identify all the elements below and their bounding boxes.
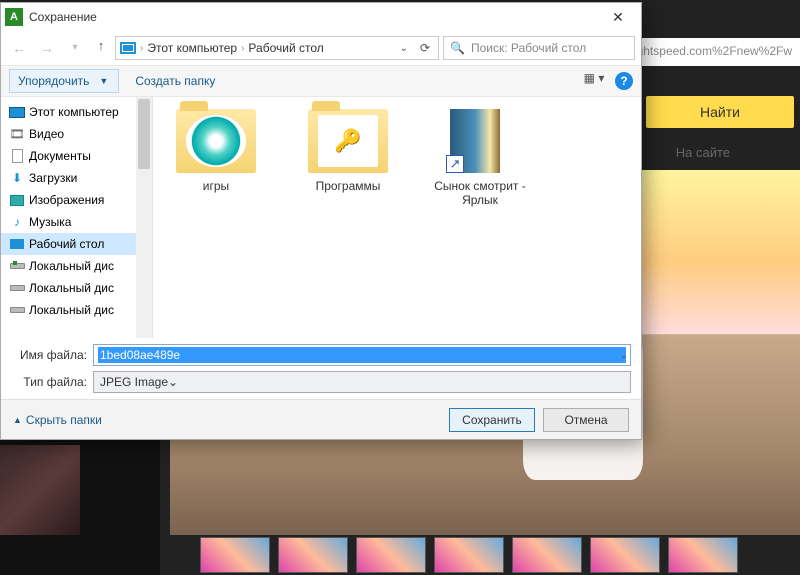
sidebar-item-pictures[interactable]: Изображения (1, 189, 152, 211)
toolbar: Упорядочить ▼ Создать папку ▦ ▾ ? (1, 65, 641, 97)
view-options-button[interactable]: ▦ ▾ (581, 70, 607, 92)
desktop-icon (10, 239, 24, 249)
shortcut-item[interactable]: ↗ Сынок смотрит - Ярлык (425, 109, 535, 207)
sidebar-item-desktop[interactable]: Рабочий стол (1, 233, 152, 255)
search-placeholder: Поиск: Рабочий стол (471, 41, 586, 55)
thumbnail[interactable] (668, 537, 738, 573)
nav-bar: ← → ▾ ↑ › Этот компьютер › Рабочий стол … (1, 31, 641, 65)
sidebar-item-documents[interactable]: Документы (1, 145, 152, 167)
dialog-footer: ▲ Скрыть папки Сохранить Отмена (1, 399, 641, 439)
thumbnail[interactable] (512, 537, 582, 573)
sidebar-scrollbar[interactable] (136, 97, 152, 338)
save-dialog: A Сохранение ✕ ← → ▾ ↑ › Этот компьютер … (0, 2, 642, 440)
item-label: Сынок смотрит - Ярлык (425, 179, 535, 207)
refresh-icon[interactable]: ⟳ (416, 41, 434, 55)
chevron-right-icon: › (140, 43, 143, 54)
chevron-down-icon: ▼ (99, 76, 108, 86)
app-icon: A (5, 8, 23, 26)
item-label: игры (161, 179, 271, 193)
save-button[interactable]: Сохранить (449, 408, 535, 432)
disk-icon (10, 307, 25, 313)
chevron-down-icon[interactable]: ⌄ (168, 375, 178, 389)
thumbnail[interactable] (278, 537, 348, 573)
breadcrumb[interactable]: › Этот компьютер › Рабочий стол ⌄ ⟳ (115, 36, 439, 60)
filename-field[interactable] (98, 347, 626, 363)
sidebar-item-videos[interactable]: 🎞Видео (1, 123, 152, 145)
filetype-label: Тип файла: (11, 375, 87, 389)
organize-button[interactable]: Упорядочить ▼ (9, 69, 119, 93)
recent-dropdown[interactable]: ▾ (63, 36, 87, 60)
item-label: Программы (293, 179, 403, 193)
sidebar-item-music[interactable]: ♪Музыка (1, 211, 152, 233)
folder-icon: 🔑 (308, 109, 388, 173)
thumbnail[interactable] (590, 537, 660, 573)
address-bar-fragment: tlightspeed.com%2Fnew%2Fw (620, 38, 800, 66)
site-scope-label: На сайте (676, 145, 730, 160)
chevron-right-icon: › (241, 43, 244, 54)
breadcrumb-current[interactable]: Рабочий стол (248, 41, 323, 55)
dialog-title: Сохранение (29, 10, 597, 24)
sidebar-item-local-disk[interactable]: Локальный дис (1, 299, 152, 321)
disk-icon (10, 263, 25, 269)
music-icon: ♪ (9, 214, 25, 230)
close-button[interactable]: ✕ (597, 3, 639, 31)
up-button[interactable]: ↑ (91, 38, 111, 58)
download-icon: ⬇ (9, 170, 25, 186)
filename-label: Имя файла: (11, 348, 87, 362)
search-find-button[interactable]: Найти (646, 96, 794, 128)
thumbnail[interactable] (200, 537, 270, 573)
thumbnail-strip (200, 537, 800, 573)
sidebar-item-downloads[interactable]: ⬇Загрузки (1, 167, 152, 189)
new-folder-button[interactable]: Создать папку (127, 70, 223, 92)
sidebar-item-this-pc[interactable]: Этот компьютер (1, 101, 152, 123)
pc-icon (9, 107, 25, 118)
search-icon: 🔍 (450, 41, 465, 55)
pc-icon (120, 42, 136, 54)
folder-icon (176, 109, 256, 173)
left-thumbnail[interactable] (0, 445, 80, 535)
shortcut-icon: ↗ (440, 109, 520, 173)
chevron-down-icon[interactable]: ⌄ (620, 350, 628, 361)
file-fields: Имя файла: ⌄ Тип файла: JPEG Image ⌄ (1, 338, 641, 399)
hide-folders-toggle[interactable]: ▲ Скрыть папки (13, 413, 102, 427)
help-button[interactable]: ? (615, 72, 633, 90)
search-input[interactable]: 🔍 Поиск: Рабочий стол (443, 36, 635, 60)
thumbnail[interactable] (356, 537, 426, 573)
folder-item[interactable]: 🔑 Программы (293, 109, 403, 193)
filetype-select[interactable]: JPEG Image ⌄ (93, 371, 631, 393)
breadcrumb-root[interactable]: Этот компьютер (147, 41, 237, 55)
file-list[interactable]: игры 🔑 Программы ↗ Сынок смотрит - Ярлык (153, 97, 641, 338)
sidebar-item-local-disk[interactable]: Локальный дис (1, 255, 152, 277)
document-icon (12, 149, 23, 163)
pictures-icon (10, 195, 24, 206)
folder-item[interactable]: игры (161, 109, 271, 193)
sidebar: Этот компьютер 🎞Видео Документы ⬇Загрузк… (1, 97, 153, 338)
cancel-button[interactable]: Отмена (543, 408, 629, 432)
disk-icon (10, 285, 25, 291)
titlebar: A Сохранение ✕ (1, 3, 641, 31)
back-button[interactable]: ← (7, 36, 31, 60)
thumbnail[interactable] (434, 537, 504, 573)
breadcrumb-dropdown[interactable]: ⌄ (396, 43, 412, 54)
filename-input[interactable]: ⌄ (93, 344, 631, 366)
forward-button[interactable]: → (35, 36, 59, 60)
chevron-up-icon: ▲ (13, 415, 22, 425)
sidebar-item-local-disk[interactable]: Локальный дис (1, 277, 152, 299)
video-icon: 🎞 (9, 126, 25, 142)
